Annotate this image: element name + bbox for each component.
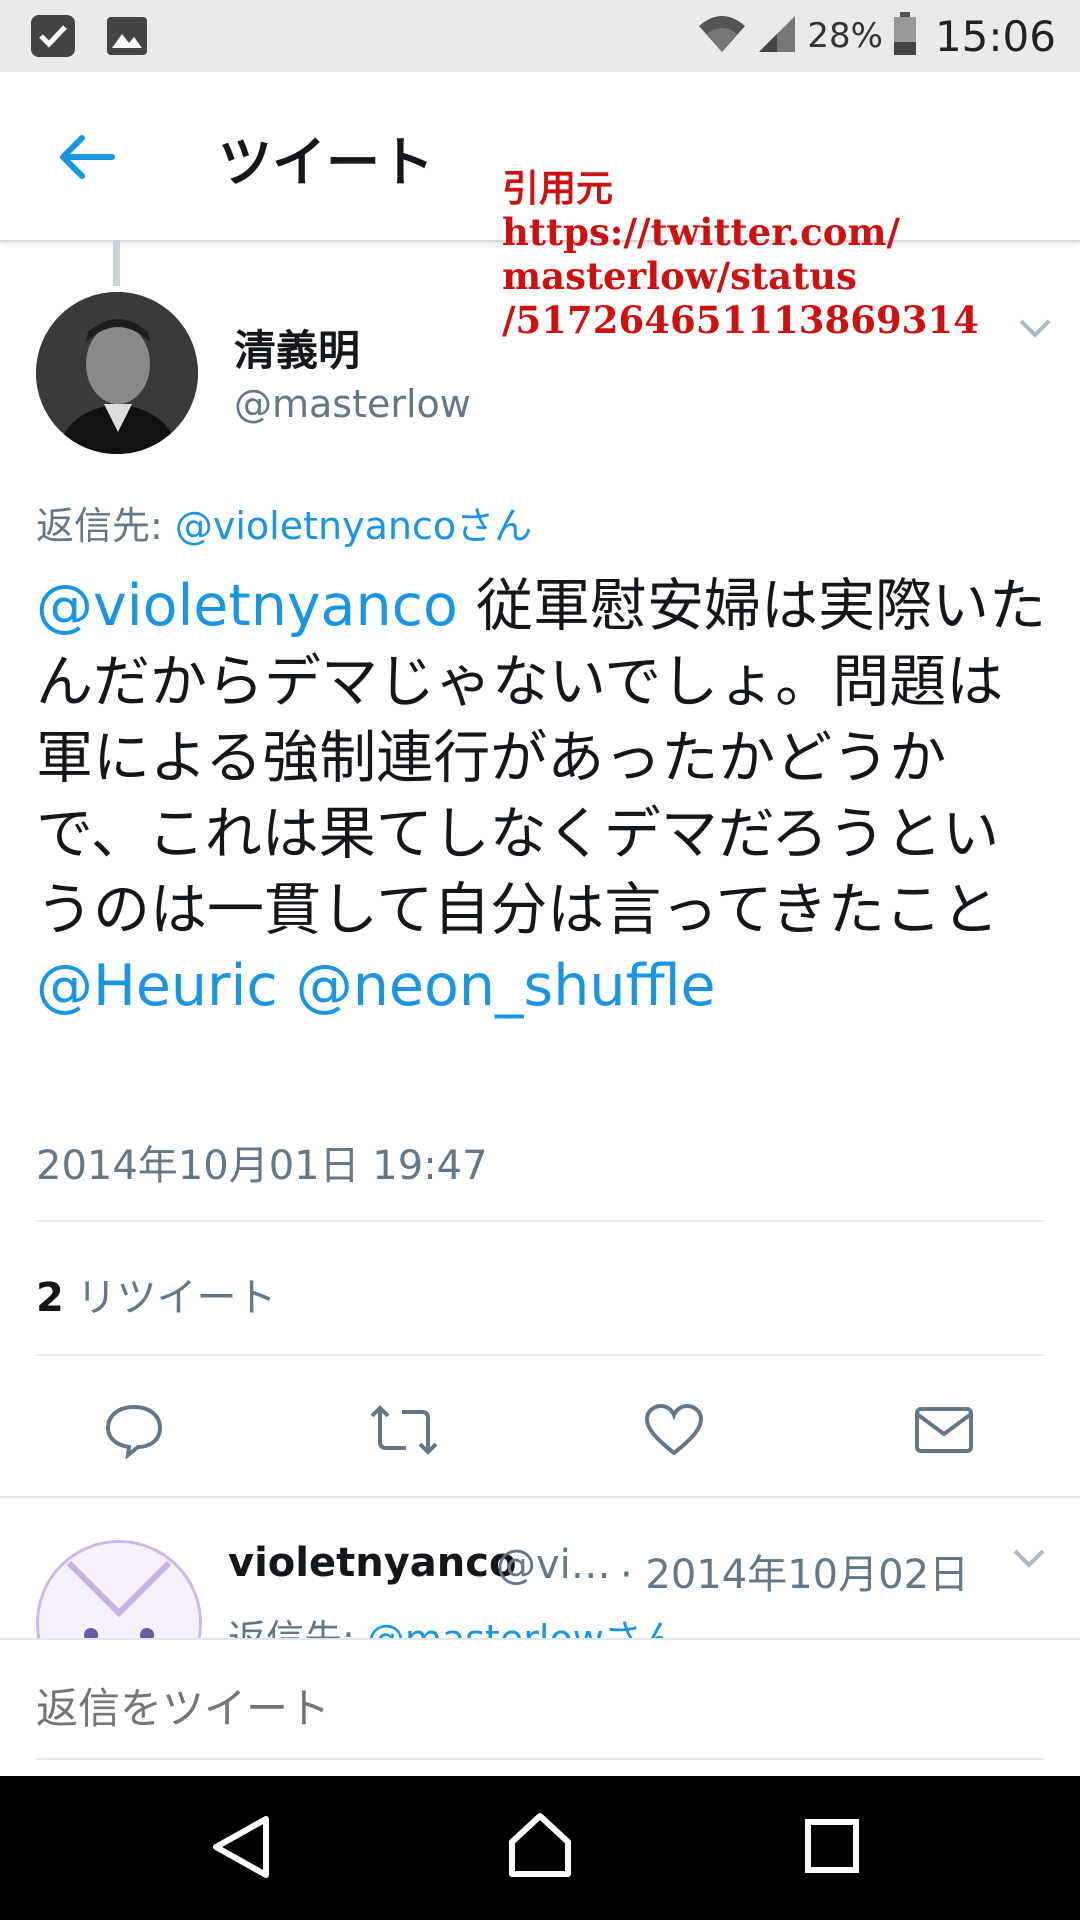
retweet-number: 2 [36, 1275, 64, 1321]
clock: 15:06 [934, 11, 1056, 61]
battery-percent: 28% [807, 16, 883, 56]
reply-author-name: violetnyanco [228, 1540, 517, 1586]
input-underline [36, 1758, 1044, 1760]
thread-connector [113, 240, 120, 286]
source-annotation: 引用元 https://twitter.com/ masterlow/statu… [502, 166, 979, 342]
reply-input[interactable] [36, 1684, 1044, 1733]
page-title: ツイート [218, 131, 434, 194]
back-triangle-icon[interactable] [210, 1814, 272, 1884]
retweet-count[interactable]: 2 リツイート [36, 1265, 277, 1323]
chevron-down-icon[interactable] [1012, 1546, 1046, 1574]
reply-to-line: 返信先: @masterlowさん [228, 1608, 680, 1638]
retweet-label: リツイート [63, 1275, 277, 1321]
author-handle: @masterlow [234, 382, 471, 426]
divider [36, 1354, 1044, 1356]
annotation-line: 引用元 [502, 166, 613, 210]
dm-button[interactable] [904, 1392, 984, 1472]
home-icon[interactable] [506, 1810, 574, 1882]
recent-apps-icon[interactable] [804, 1818, 860, 1878]
tweet-timestamp: 2014年10月01日 19:47 [36, 1143, 488, 1189]
mention-link[interactable]: @neon_shuffle [296, 953, 716, 1019]
reply-icon [104, 1401, 164, 1463]
reply-to-user-link[interactable]: @masterlowさん [367, 1617, 680, 1638]
retweet-icon [370, 1404, 438, 1460]
image-notification-icon [106, 16, 148, 60]
reply-author-handle: @vi… [496, 1542, 611, 1588]
annotation-line: masterlow/status [502, 254, 857, 298]
battery-icon [893, 12, 917, 60]
navigation-bar [0, 1776, 1080, 1920]
avatar[interactable] [36, 292, 198, 454]
reply-composer [0, 1638, 1080, 1778]
chevron-down-icon[interactable] [1018, 316, 1052, 344]
status-bar: 28% 15:06 [0, 0, 1080, 72]
divider [0, 1496, 1080, 1498]
reply-tweet[interactable]: violetnyanco @vi… · 2014年10月02日 返信先: @ma… [0, 1500, 1080, 1638]
avatar[interactable] [36, 1540, 202, 1638]
reply-date: · 2014年10月02日 [620, 1552, 970, 1598]
divider [36, 1220, 1044, 1222]
author-name: 清義明 [234, 326, 361, 375]
annotation-line: /517264651113869314 [502, 298, 979, 342]
mention-link[interactable]: @Heuric [36, 953, 278, 1019]
like-button[interactable] [634, 1392, 714, 1472]
tweet-text: @violetnyanco 従軍慰安婦は実際いたんだからデマじゃないでしょ。問題… [36, 568, 1046, 1024]
signal-icon [757, 14, 797, 58]
mention-link[interactable]: @violetnyanco [36, 573, 458, 639]
wifi-icon [697, 14, 747, 58]
envelope-icon [914, 1406, 974, 1458]
back-arrow-icon[interactable] [56, 132, 116, 186]
reply-to-user-link[interactable]: @violetnyancoさん [175, 504, 532, 548]
annotation-line: https://twitter.com/ [502, 210, 901, 254]
retweet-button[interactable] [364, 1392, 444, 1472]
heart-icon [644, 1403, 704, 1461]
reply-to-line: 返信先: @violetnyancoさん [36, 495, 532, 550]
reply-to-label: 返信先: [228, 1617, 367, 1638]
status-right: 28% 15:06 [697, 0, 1056, 72]
reply-button[interactable] [94, 1392, 174, 1472]
checkbox-notification-icon [30, 14, 76, 62]
reply-to-label: 返信先: [36, 504, 175, 548]
